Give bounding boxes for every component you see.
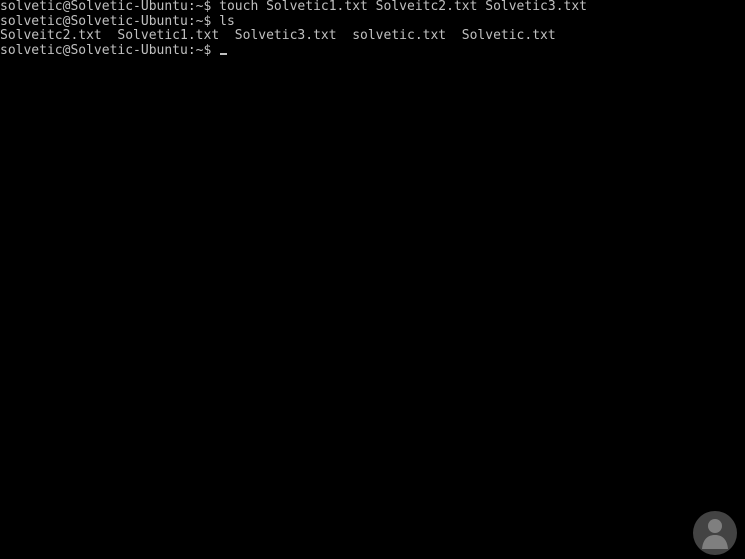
console-line-ls-output: Solveitc2.txt Solvetic1.txt Solvetic3.tx…	[0, 28, 556, 43]
prompt-text: solvetic@Solvetic-Ubuntu:~$	[0, 42, 220, 58]
console-output: solvetic@Solvetic-Ubuntu:~$ touch Solvet…	[0, 0, 587, 58]
console-line-touch-command: solvetic@Solvetic-Ubuntu:~$ touch Solvet…	[0, 0, 587, 14]
console-line-ls-command: solvetic@Solvetic-Ubuntu:~$ ls	[0, 13, 235, 29]
text-cursor	[220, 52, 228, 55]
console-line-active-prompt[interactable]: solvetic@Solvetic-Ubuntu:~$	[0, 42, 587, 59]
watermark-logo-icon	[693, 511, 737, 555]
terminal-screen[interactable]: solvetic@Solvetic-Ubuntu:~$ touch Solvet…	[0, 0, 745, 559]
person-silhouette-logo-icon	[702, 519, 728, 549]
